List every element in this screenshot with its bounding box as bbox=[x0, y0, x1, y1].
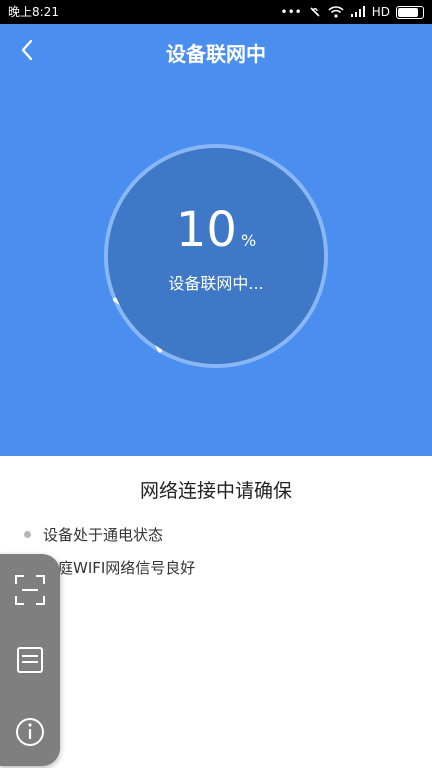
bullet-dot bbox=[24, 531, 31, 538]
floating-toolbar bbox=[0, 554, 60, 766]
info-heading: 网络连接中请确保 bbox=[139, 480, 292, 502]
info-section: 网络连接中请确保 设备处于通电状态 家庭WIFI网络信号良好 bbox=[0, 456, 432, 768]
progress-hero: 设备联网中 10% 设备联网中... bbox=[0, 24, 432, 456]
mute-icon bbox=[310, 7, 320, 17]
list-icon[interactable] bbox=[14, 644, 46, 676]
progress-number: 10 bbox=[175, 202, 237, 258]
signal-icon bbox=[350, 6, 365, 17]
list-item-text: 设备处于通电状态 bbox=[43, 526, 164, 544]
battery-icon bbox=[396, 5, 424, 19]
scan-icon[interactable] bbox=[14, 574, 46, 606]
list-item: 设备处于通电状态 bbox=[24, 524, 195, 545]
page-title: 设备联网中 bbox=[166, 42, 266, 66]
info-icon[interactable] bbox=[14, 716, 46, 748]
status-icons: ••• HD bbox=[280, 0, 424, 24]
more-dots-icon: ••• bbox=[280, 5, 302, 19]
network-label: HD bbox=[371, 5, 390, 19]
status-time: 晚上8:21 bbox=[8, 5, 59, 19]
progress-unit: % bbox=[240, 231, 257, 250]
list-item-text: 家庭WIFI网络信号良好 bbox=[43, 559, 196, 577]
top-bar: 设备联网中 bbox=[0, 24, 432, 78]
wifi-icon bbox=[328, 6, 344, 18]
status-bar: 晚上8:21 ••• HD bbox=[0, 0, 432, 24]
progress-value: 10% bbox=[0, 202, 432, 258]
progress-status: 设备联网中... bbox=[168, 274, 264, 293]
